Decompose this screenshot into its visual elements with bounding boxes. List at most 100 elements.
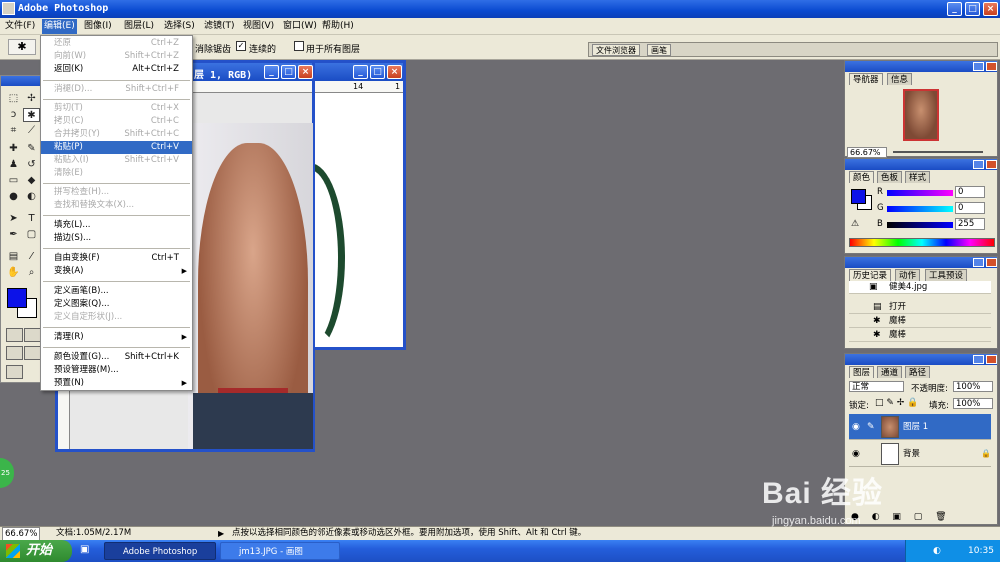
notes-tool-icon[interactable]: ▤ — [5, 250, 22, 264]
navigator-thumbnail[interactable] — [903, 89, 939, 141]
menu-define-brush[interactable]: 定义画笔(B)... — [41, 285, 192, 298]
zoom-tool-icon[interactable]: ⌕ — [23, 266, 40, 280]
history-step[interactable]: ✱ 魔棒 — [849, 329, 991, 342]
menu-copy[interactable]: 拷贝(C) Ctrl+C — [41, 115, 192, 128]
panel-minimize-button[interactable] — [973, 62, 984, 71]
menu-step-backward[interactable]: 返回(K) Alt+Ctrl+Z — [41, 63, 192, 76]
menu-file[interactable]: 文件(F) — [3, 19, 37, 34]
menu-cut[interactable]: 剪切(T) Ctrl+X — [41, 102, 192, 115]
tab-layers[interactable]: 图层 — [849, 366, 875, 378]
hand-tool-icon[interactable]: ✋ — [5, 266, 22, 280]
taskbar-photoshop[interactable]: Adobe Photoshop — [104, 542, 216, 560]
red-channel-value[interactable]: 0 — [955, 186, 985, 198]
start-button[interactable]: 开始 — [0, 540, 72, 562]
history-brush-icon[interactable]: ↺ — [23, 158, 40, 172]
panel-minimize-button[interactable] — [973, 355, 984, 364]
opacity-field[interactable]: 100% — [953, 381, 993, 392]
crop-tool-icon[interactable]: ⌗ — [5, 124, 22, 138]
tab-paths[interactable]: 路径 — [905, 366, 931, 378]
panel-close-button[interactable] — [986, 62, 997, 71]
menu-select[interactable]: 选择(S) — [162, 19, 197, 34]
blue-channel-slider[interactable] — [887, 222, 953, 228]
menu-color-settings[interactable]: 颜色设置(G)... Shift+Ctrl+K — [41, 351, 192, 364]
magic-wand-preset-picker[interactable]: ✱ — [8, 39, 36, 55]
layer-row[interactable]: ◉ ✎ 图层 1 — [849, 414, 991, 440]
menu-clear[interactable]: 清除(E) — [41, 167, 192, 180]
menu-filter[interactable]: 滤镜(T) — [202, 19, 237, 34]
menu-window[interactable]: 窗口(W) — [281, 19, 319, 34]
standard-mode-button[interactable] — [6, 328, 23, 342]
menu-undo[interactable]: 还原 Ctrl+Z — [41, 37, 192, 50]
jump-to-imageready-button[interactable] — [6, 365, 23, 379]
contiguous-checkbox[interactable]: ✓ — [236, 41, 246, 51]
taskbar-paint[interactable]: jm13.JPG - 画图 — [220, 542, 340, 560]
tab-styles[interactable]: 样式 — [905, 171, 931, 183]
tab-swatches[interactable]: 色板 — [877, 171, 903, 183]
blur-tool-icon[interactable]: ● — [5, 190, 22, 204]
canvas-photo[interactable] — [188, 123, 313, 449]
color-spectrum-bar[interactable] — [849, 238, 995, 247]
blue-channel-value[interactable]: 255 — [955, 218, 985, 230]
doc2-close-button[interactable]: × — [387, 65, 402, 79]
screen-mode-button[interactable] — [6, 346, 23, 360]
panel-close-button[interactable] — [986, 355, 997, 364]
menu-purge[interactable]: 清理(R) ▶ — [41, 331, 192, 344]
marquee-tool-icon[interactable]: ⬚ — [5, 92, 22, 106]
clone-stamp-icon[interactable]: ♟ — [5, 158, 22, 172]
menu-edit[interactable]: 编辑(E) — [42, 19, 77, 34]
eyedropper-icon[interactable]: ⁄ — [23, 250, 40, 264]
status-doc-size[interactable]: 文档:1.05M/2.17M — [56, 527, 131, 540]
red-channel-slider[interactable] — [887, 190, 953, 196]
restore-button[interactable]: □ — [965, 2, 980, 16]
panel-minimize-button[interactable] — [973, 258, 984, 267]
tab-navigator[interactable]: 导航器 — [849, 73, 883, 85]
menu-paste[interactable]: 粘贴(P) Ctrl+V — [41, 141, 192, 154]
fill-field[interactable]: 100% — [953, 398, 993, 409]
panel-minimize-button[interactable] — [973, 160, 984, 169]
path-select-icon[interactable]: ➤ — [5, 212, 22, 226]
paint-bucket-icon[interactable]: ◆ — [23, 174, 40, 188]
menu-view[interactable]: 视图(V) — [241, 19, 276, 34]
foreground-color-swatch[interactable] — [7, 288, 27, 308]
navigator-zoom-slider[interactable] — [893, 151, 983, 153]
eraser-tool-icon[interactable]: ▭ — [5, 174, 22, 188]
magic-wand-tool-icon[interactable]: ✱ — [23, 108, 40, 122]
panel-close-button[interactable] — [986, 160, 997, 169]
shape-tool-icon[interactable]: ▢ — [23, 228, 40, 242]
menu-paste-into[interactable]: 粘贴入(I) Shift+Ctrl+V — [41, 154, 192, 167]
menu-copy-merged[interactable]: 合并拷贝(Y) Shift+Ctrl+C — [41, 128, 192, 141]
dodge-tool-icon[interactable]: ◐ — [23, 190, 40, 204]
green-channel-value[interactable]: 0 — [955, 202, 985, 214]
tab-tool-presets[interactable]: 工具预设 — [925, 269, 968, 281]
panel-close-button[interactable] — [986, 258, 997, 267]
brush-tool-icon[interactable]: ✎ — [23, 142, 40, 156]
pen-tool-icon[interactable]: ✒ — [5, 228, 22, 242]
lock-options-icon[interactable]: □ ✎ ✢ 🔒 — [875, 398, 918, 408]
minimize-button[interactable]: _ — [947, 2, 962, 16]
menu-preferences[interactable]: 预置(N) ▶ — [41, 377, 192, 390]
full-screen-button[interactable] — [24, 346, 41, 360]
side-badge[interactable]: 25 — [0, 458, 14, 488]
menu-find-replace[interactable]: 查找和替换文本(X)... — [41, 199, 192, 212]
eye-icon[interactable]: ◉ — [852, 441, 860, 467]
menu-transform[interactable]: 变换(A) ▶ — [41, 265, 192, 278]
eye-icon[interactable]: ◉ — [852, 414, 860, 440]
menu-fade[interactable]: 消褪(D)... Shift+Ctrl+F — [41, 83, 192, 96]
menu-spell-check[interactable]: 拼写检查(H)... — [41, 186, 192, 199]
tab-file-browser[interactable]: 文件浏览器 — [592, 44, 640, 56]
document-title-bar-secondary[interactable]: _ □ × — [315, 63, 403, 81]
history-snapshot[interactable]: ▣ 健美4.jpg — [849, 281, 991, 294]
history-step[interactable]: ✱ 魔棒 — [849, 315, 991, 328]
tab-brushes[interactable]: 画笔 — [647, 44, 671, 56]
menu-step-forward[interactable]: 向前(W) Shift+Ctrl+Z — [41, 50, 192, 63]
menu-free-transform[interactable]: 自由变换(F) Ctrl+T — [41, 252, 192, 265]
doc-maximize-button[interactable]: □ — [281, 65, 296, 79]
lasso-tool-icon[interactable]: ↄ — [5, 108, 22, 122]
close-button[interactable]: × — [983, 2, 998, 16]
menu-fill[interactable]: 填充(L)... — [41, 219, 192, 232]
type-tool-icon[interactable]: T — [23, 212, 40, 226]
color-panel-foreground-swatch[interactable] — [851, 189, 866, 204]
blend-mode-select[interactable]: 正常 — [849, 381, 904, 392]
green-channel-slider[interactable] — [887, 206, 953, 212]
move-tool-icon[interactable]: ✢ — [23, 92, 40, 106]
